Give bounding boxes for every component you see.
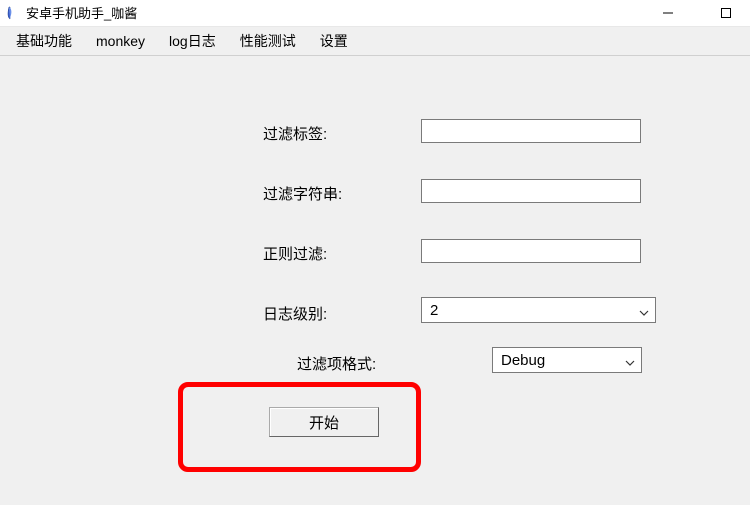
filter-string-input[interactable] [421, 179, 641, 203]
titlebar: 安卓手机助手_咖酱 [0, 0, 750, 26]
start-button-label: 开始 [309, 412, 339, 433]
menu-basic[interactable]: 基础功能 [10, 29, 78, 53]
regex-filter-label: 正则过滤: [263, 243, 327, 264]
client-area: 过滤标签: 过滤字符串: 正则过滤: 日志级别: 2 过滤项格式: Debug … [0, 56, 750, 505]
minimize-button[interactable] [654, 3, 682, 23]
window-controls [654, 0, 740, 26]
chevron-down-icon [639, 305, 649, 315]
filter-string-label: 过滤字符串: [263, 183, 342, 204]
chevron-down-icon [625, 355, 635, 365]
menu-log[interactable]: log日志 [163, 29, 222, 53]
filter-tag-label: 过滤标签: [263, 123, 327, 144]
app-icon [6, 6, 20, 20]
menu-monkey[interactable]: monkey [90, 31, 151, 51]
menu-settings[interactable]: 设置 [314, 29, 354, 53]
menubar: 基础功能 monkey log日志 性能测试 设置 [0, 26, 750, 56]
log-level-label: 日志级别: [263, 303, 327, 324]
log-level-value: 2 [430, 302, 438, 319]
maximize-button[interactable] [712, 3, 740, 23]
start-button[interactable]: 开始 [269, 407, 379, 437]
filter-format-value: Debug [501, 352, 545, 369]
menu-performance[interactable]: 性能测试 [234, 29, 302, 53]
log-level-select[interactable]: 2 [421, 297, 656, 323]
filter-format-label: 过滤项格式: [297, 353, 376, 374]
window-title: 安卓手机助手_咖酱 [26, 3, 137, 22]
filter-tag-input[interactable] [421, 119, 641, 143]
regex-filter-input[interactable] [421, 239, 641, 263]
filter-format-select[interactable]: Debug [492, 347, 642, 373]
